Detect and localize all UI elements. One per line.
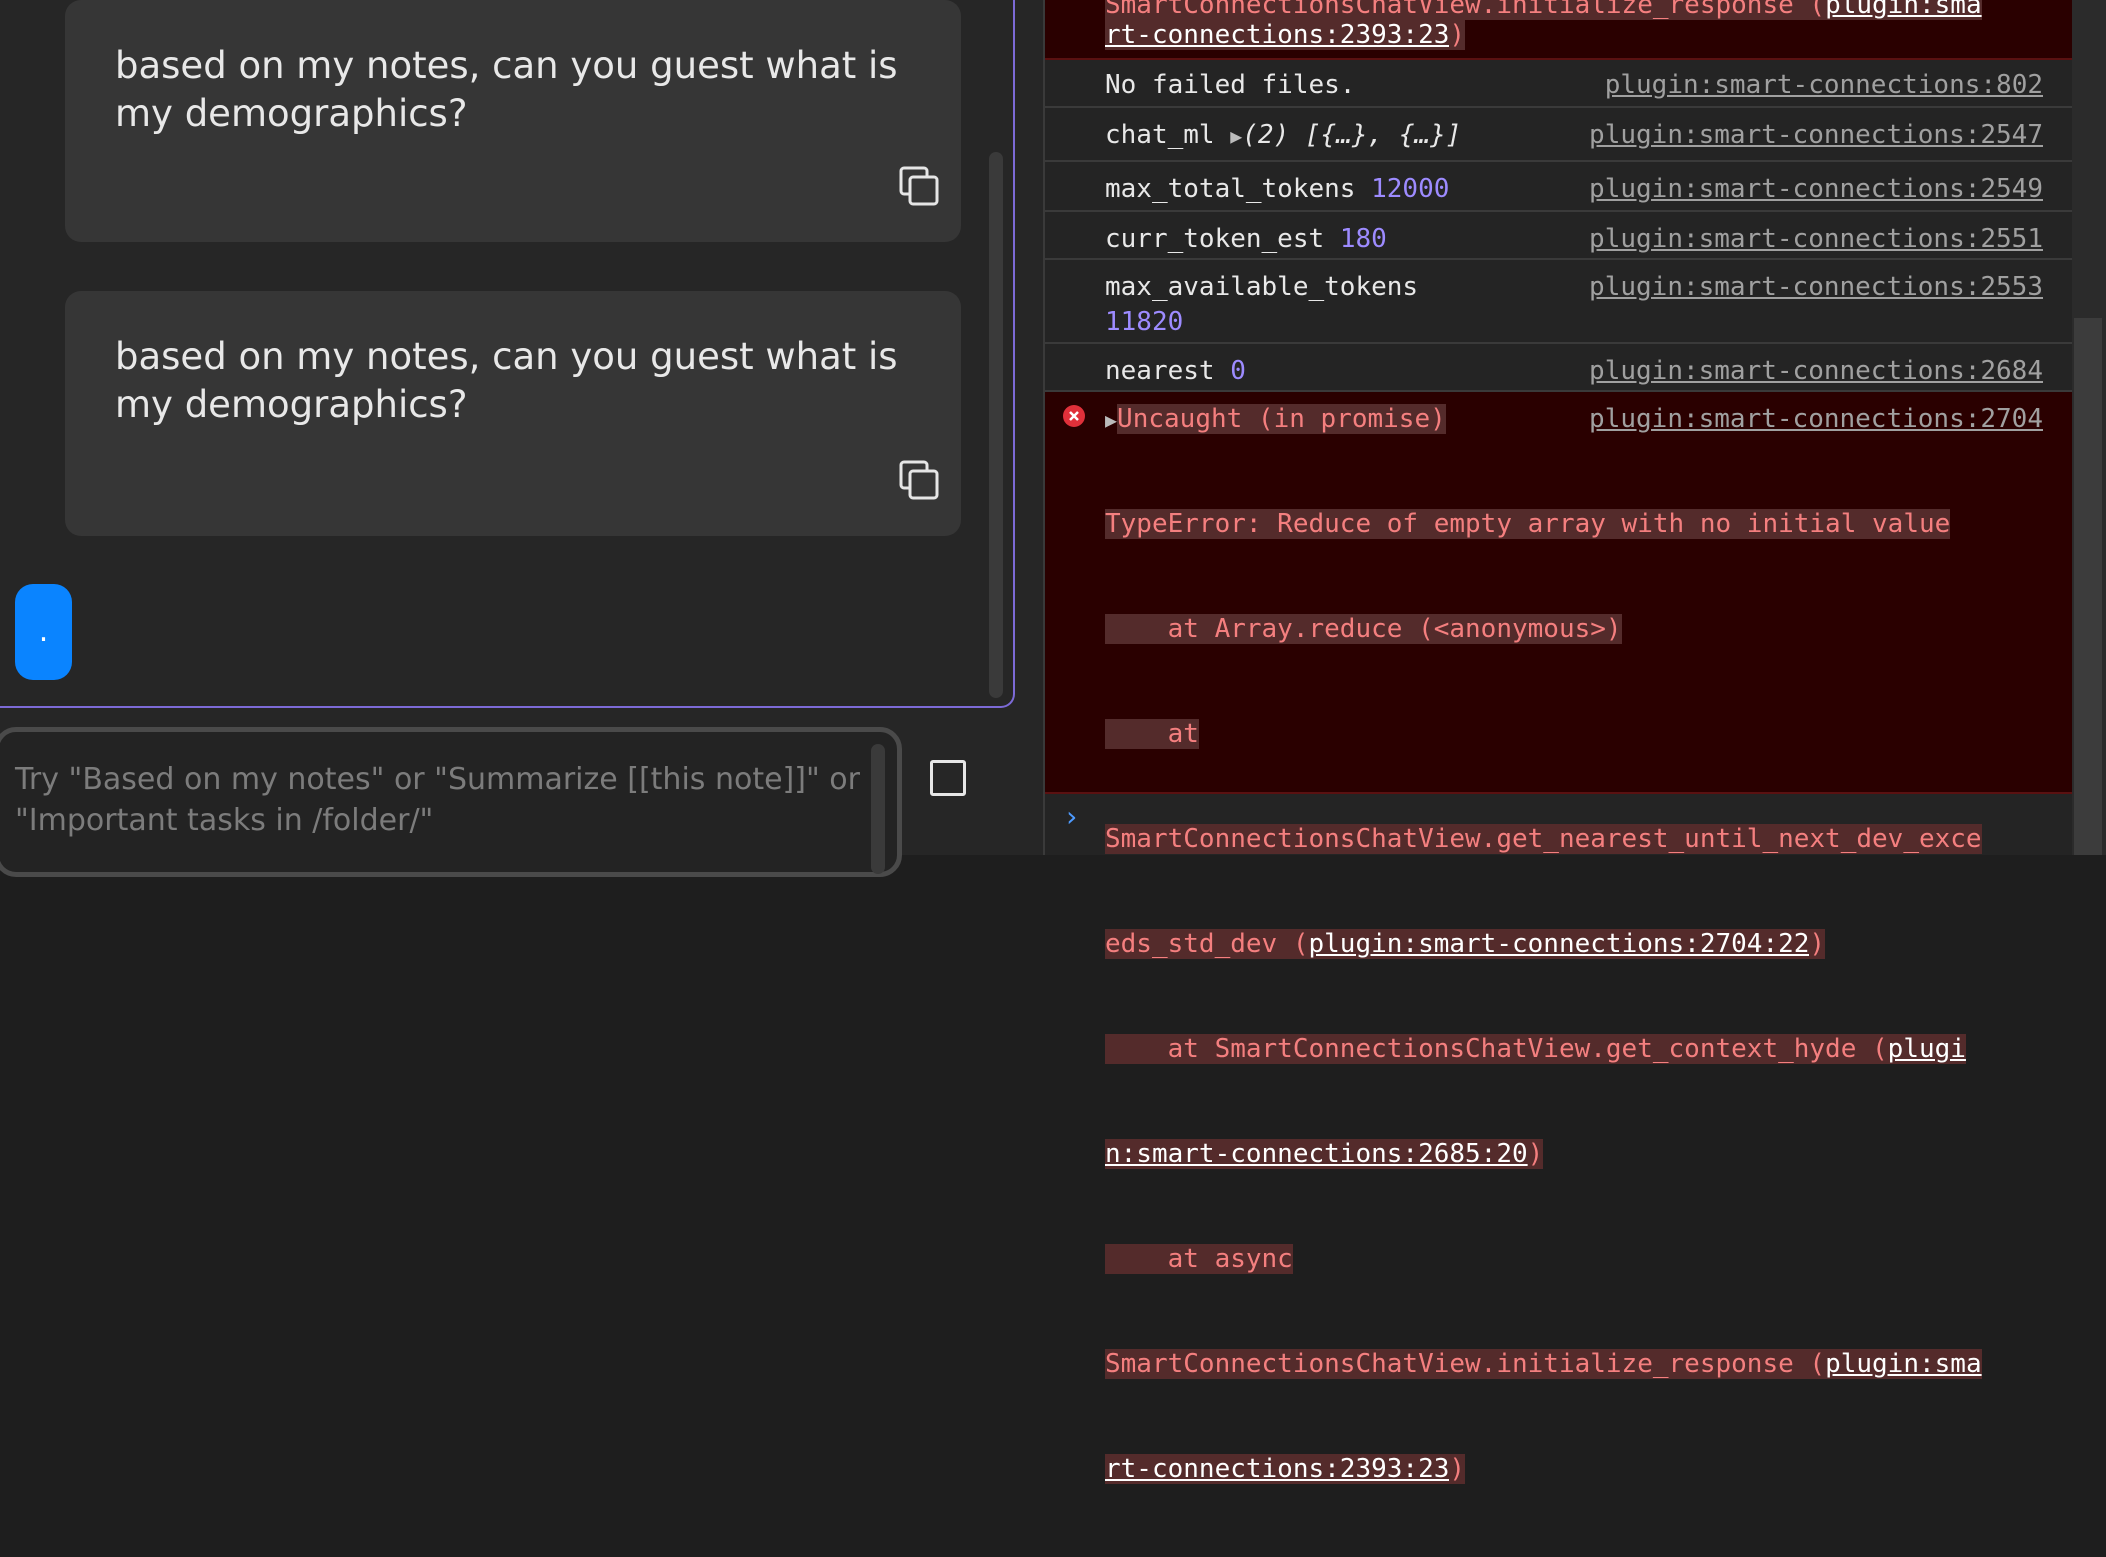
log-value: 11820 [1105, 307, 1184, 337]
stack-line: ) [1449, 1454, 1466, 1484]
stack-line: at SmartConnectionsChatView.get_context_… [1105, 1034, 1888, 1064]
log-label: max_available_tokens [1105, 272, 1419, 302]
source-link[interactable]: plugin:smart-connections:2553 [1589, 270, 2043, 305]
message-text: based on my notes, can you guest what is… [115, 44, 898, 135]
source-link[interactable]: rt-connections:2393:23 [1105, 20, 1450, 50]
source-link[interactable]: plugi [1887, 1034, 1966, 1064]
source-link[interactable]: plugin:sma [1825, 1349, 1982, 1379]
source-link[interactable]: plugin:smart-connections:802 [1605, 68, 2043, 103]
console-error-tail: SmartConnectionsChatView.initialize_resp… [1045, 0, 2075, 60]
error-line: ) [1449, 20, 1466, 50]
log-value: 12000 [1371, 174, 1450, 204]
console-log-row: No failed files. plugin:smart-connection… [1045, 58, 2075, 108]
copy-icon[interactable] [897, 164, 941, 208]
stack-line: at [1105, 719, 1199, 749]
log-label: nearest [1105, 356, 1215, 386]
console-log-row: max_total_tokens 12000 plugin:smart-conn… [1045, 162, 2075, 212]
source-link[interactable]: n:smart-connections:2685:20 [1105, 1139, 1528, 1169]
log-value: 180 [1339, 224, 1387, 254]
chat-pane: based on my notes, can you guest what is… [0, 0, 1043, 877]
uncaught-error-block: ▶Uncaught (in promise) plugin:smart-conn… [1045, 392, 2075, 1484]
source-link[interactable]: plugin:smart-connections:2551 [1589, 222, 2043, 257]
error-icon [1063, 405, 1085, 427]
expand-triangle-icon[interactable]: ▶ [1230, 124, 1242, 148]
source-link[interactable]: plugin:smart-connections:2704:22 [1308, 929, 1810, 959]
send-button[interactable] [930, 760, 966, 796]
user-message: based on my notes, can you guest what is… [65, 0, 961, 242]
stack-line: eds_std_dev ( [1105, 929, 1309, 959]
error-title[interactable]: Uncaught (in promise) [1117, 404, 1446, 434]
source-link[interactable]: plugin:smart-connections:2547 [1589, 118, 2043, 153]
user-message: based on my notes, can you guest what is… [65, 291, 961, 536]
log-value[interactable]: (2) [{…}, {…}] [1242, 120, 1461, 150]
log-label: max_total_tokens [1105, 174, 1356, 204]
console-log-row: max_available_tokens 11820 plugin:smart-… [1045, 260, 2075, 344]
error-line: SmartConnectionsChatView.initialize_resp… [1105, 0, 1826, 20]
source-link[interactable]: plugin:sma [1825, 0, 1982, 20]
console-scrollbar[interactable] [2074, 318, 2102, 855]
copy-icon[interactable] [897, 458, 941, 502]
stack-line: at async [1105, 1244, 1293, 1274]
chat-input-placeholder: Try "Based on my notes" or "Summarize [[… [15, 762, 860, 838]
source-link[interactable]: plugin:smart-connections:2684 [1589, 354, 2043, 389]
stack-line: at Array.reduce (<anonymous>) [1105, 614, 1622, 644]
devtools-console: SmartConnectionsChatView.initialize_resp… [1043, 0, 2106, 1484]
source-link[interactable]: plugin:smart-connections:2549 [1589, 172, 2043, 207]
assistant-typing-indicator: . [15, 584, 72, 680]
stack-line: TypeError: Reduce of empty array with no… [1105, 509, 1951, 539]
stack-line: SmartConnectionsChatView.initialize_resp… [1105, 1349, 1826, 1379]
console-log-row: curr_token_est 180 plugin:smart-connecti… [1045, 212, 2075, 260]
stack-line: ) [1527, 1139, 1544, 1169]
console-log-row: chat_ml ▶(2) [{…}, {…}] plugin:smart-con… [1045, 108, 2075, 162]
log-label: chat_ml [1105, 120, 1215, 150]
chat-scrollbar[interactable] [989, 152, 1003, 698]
stack-line: ) [1809, 929, 1826, 959]
expand-triangle-icon[interactable]: ▶ [1105, 408, 1117, 432]
log-value: 0 [1230, 356, 1246, 386]
chat-history-panel: based on my notes, can you guest what is… [0, 0, 1015, 708]
console-log-row: nearest 0 plugin:smart-connections:2684 [1045, 344, 2075, 392]
source-link[interactable]: rt-connections:2393:23 [1105, 1454, 1450, 1484]
console-prompt-caret-icon[interactable]: › [1063, 800, 1080, 833]
message-text: based on my notes, can you guest what is… [115, 335, 898, 426]
stack-line: SmartConnectionsChatView.get_nearest_unt… [1105, 824, 1982, 854]
source-link[interactable]: plugin:smart-connections:2704 [1589, 402, 2043, 437]
log-label: curr_token_est [1105, 224, 1325, 254]
log-message: No failed files. [1105, 70, 1356, 100]
